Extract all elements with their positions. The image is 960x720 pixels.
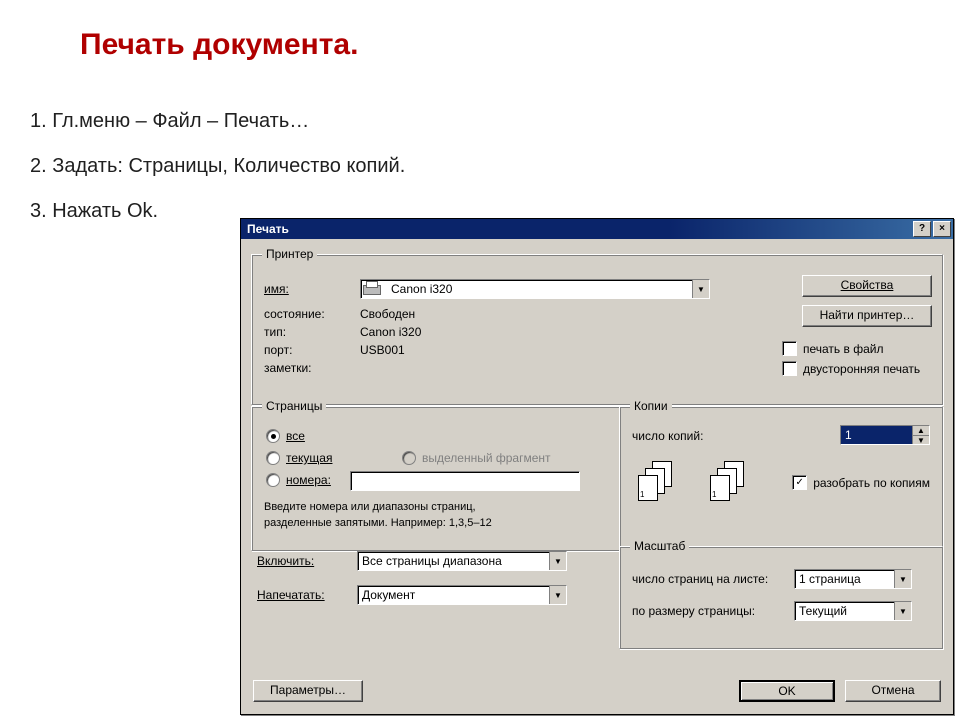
titlebar[interactable]: Печать ? × xyxy=(241,219,953,239)
properties-button[interactable]: Свойства xyxy=(802,275,932,297)
include-label: Включить: xyxy=(257,554,314,568)
find-printer-button[interactable]: Найти принтер… xyxy=(802,305,932,327)
checkbox-icon xyxy=(782,361,797,376)
pages-per-sheet-combo[interactable]: 1 страница ▼ xyxy=(794,569,912,589)
page-numbers-input[interactable] xyxy=(350,471,580,491)
options-button[interactable]: Параметры… xyxy=(253,680,363,702)
pages-per-sheet-label: число страниц на листе: xyxy=(632,572,768,586)
printer-name-combo[interactable]: Canon i320 ▼ xyxy=(360,279,710,299)
include-combo[interactable]: Все страницы диапазона ▼ xyxy=(357,551,567,571)
type-label: тип: xyxy=(264,325,360,339)
printer-legend: Принтер xyxy=(262,247,317,261)
step-1: 1. Гл.меню – Файл – Печать… xyxy=(30,110,405,133)
printer-name-value: Canon i320 xyxy=(387,282,692,296)
status-value: Свободен xyxy=(360,307,415,321)
copies-count-label: число копий: xyxy=(632,429,703,443)
printer-icon xyxy=(361,281,381,297)
scale-legend: Масштаб xyxy=(630,539,689,553)
checkbox-icon: ✓ xyxy=(792,475,807,490)
radio-selection: выделенный фрагмент xyxy=(402,451,551,465)
copies-group: Копии число копий: 1 ▲▼ 3 2 1 3 2 1 ✓ xyxy=(619,399,943,551)
radio-numbers[interactable]: номера: xyxy=(266,473,331,487)
scale-group: Масштаб число страниц на листе: 1 страни… xyxy=(619,539,943,649)
collate-checkbox[interactable]: ✓ разобрать по копиям xyxy=(792,475,930,490)
chevron-down-icon[interactable]: ▼ xyxy=(692,280,709,298)
printer-name-label: имя: xyxy=(264,282,289,296)
print-what-label: Напечатать: xyxy=(257,588,325,602)
step-2: 2. Задать: Страницы, Количество копий. xyxy=(30,155,405,178)
pages-hint-1: Введите номера или диапазоны страниц, xyxy=(264,501,476,513)
duplex-checkbox[interactable]: двусторонняя печать xyxy=(782,361,932,376)
duplex-label: двусторонняя печать xyxy=(803,362,920,376)
chevron-down-icon[interactable]: ▼ xyxy=(549,552,566,570)
pages-group: Страницы все текущая выделенный фрагмент… xyxy=(251,399,621,551)
radio-all-label: все xyxy=(286,429,305,443)
copies-spinner[interactable]: 1 ▲▼ xyxy=(840,425,930,445)
chevron-down-icon[interactable]: ▼ xyxy=(894,602,911,620)
dialog-title: Печать xyxy=(247,222,289,236)
chevron-down-icon[interactable]: ▼ xyxy=(894,570,911,588)
radio-all[interactable]: все xyxy=(266,429,305,443)
radio-current[interactable]: текущая xyxy=(266,451,332,465)
print-dialog: Печать ? × Принтер имя: Canon i320 ▼ сос… xyxy=(240,218,954,715)
collate-icon: 3 2 1 xyxy=(638,461,682,505)
pages-legend: Страницы xyxy=(262,399,326,413)
type-value: Canon i320 xyxy=(360,325,421,339)
port-value: USB001 xyxy=(360,343,405,357)
notes-label: заметки: xyxy=(264,361,360,375)
close-button[interactable]: × xyxy=(933,221,951,237)
print-to-file-checkbox[interactable]: печать в файл xyxy=(782,341,932,356)
printer-group: Принтер имя: Canon i320 ▼ состояние:Своб… xyxy=(251,247,943,405)
cancel-button[interactable]: Отмена xyxy=(845,680,941,702)
pages-hint-2: разделенные запятыми. Например: 1,3,5–12 xyxy=(264,517,492,529)
radio-selection-label: выделенный фрагмент xyxy=(422,451,551,465)
chevron-down-icon[interactable]: ▼ xyxy=(549,586,566,604)
slide-title: Печать документа. xyxy=(80,28,358,62)
radio-current-label: текущая xyxy=(286,451,332,465)
fit-label: по размеру страницы: xyxy=(632,604,755,618)
print-what-combo[interactable]: Документ ▼ xyxy=(357,585,567,605)
radio-numbers-label: номера: xyxy=(286,473,331,487)
collate-label: разобрать по копиям xyxy=(813,476,930,490)
fit-combo[interactable]: Текущий ▼ xyxy=(794,601,912,621)
print-to-file-label: печать в файл xyxy=(803,342,883,356)
collate-icon: 3 2 1 xyxy=(710,461,754,505)
status-label: состояние: xyxy=(264,307,360,321)
spinner-arrows[interactable]: ▲▼ xyxy=(912,426,929,444)
copies-legend: Копии xyxy=(630,399,672,413)
help-button[interactable]: ? xyxy=(913,221,931,237)
copies-value: 1 xyxy=(841,426,912,444)
port-label: порт: xyxy=(264,343,360,357)
ok-button[interactable]: OK xyxy=(739,680,835,702)
checkbox-icon xyxy=(782,341,797,356)
